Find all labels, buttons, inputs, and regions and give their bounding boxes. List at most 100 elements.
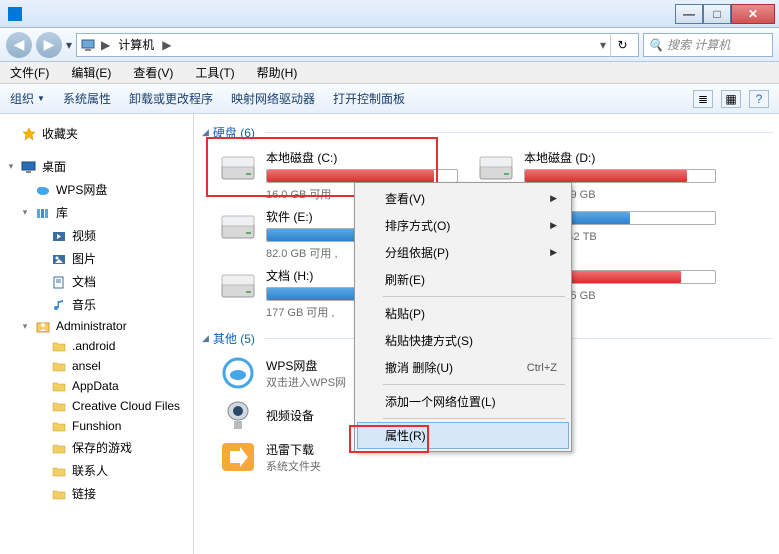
tree-twisty-icon: ▾ bbox=[20, 321, 30, 332]
tree-label: 保存的游戏 bbox=[72, 439, 132, 456]
tree-item[interactable]: 链接 bbox=[4, 482, 189, 505]
other-label: 视频设备 bbox=[266, 407, 314, 424]
tree-item[interactable]: WPS网盘 bbox=[4, 178, 189, 201]
tool-uninstall[interactable]: 卸载或更改程序 bbox=[129, 90, 213, 107]
context-menu-item[interactable]: 分组依据(P)▶ bbox=[357, 239, 569, 266]
other-subtext: 系统文件夹 bbox=[266, 458, 321, 474]
group-title: 硬盘 (6) bbox=[213, 124, 255, 141]
tree-label: 链接 bbox=[72, 485, 96, 502]
menu-view[interactable]: 查看(V) bbox=[129, 62, 177, 83]
group-title: 其他 (5) bbox=[213, 330, 255, 347]
drive-icon bbox=[218, 149, 258, 185]
window-app-icon bbox=[8, 7, 22, 21]
tree-item[interactable]: 联系人 bbox=[4, 459, 189, 482]
drive-label: 本地磁盘 (C:) bbox=[266, 149, 458, 166]
minimize-button[interactable]: — bbox=[675, 4, 703, 24]
tree-item[interactable]: ▾库 bbox=[4, 201, 189, 224]
sidebar-tree[interactable]: 收藏夹▾桌面WPS网盘▾库视频图片文档音乐▾Administrator.andr… bbox=[0, 114, 194, 554]
context-menu-item[interactable]: 添加一个网络位置(L) bbox=[357, 388, 569, 415]
context-shortcut: Ctrl+Z bbox=[527, 362, 557, 374]
context-menu-separator bbox=[383, 296, 565, 297]
tree-item[interactable]: .android bbox=[4, 336, 189, 356]
user-icon bbox=[35, 319, 51, 333]
submenu-arrow-icon: ▶ bbox=[550, 193, 557, 204]
tree-label: 桌面 bbox=[42, 158, 66, 175]
tree-label: 图片 bbox=[72, 250, 96, 267]
tree-item[interactable]: ▾桌面 bbox=[4, 155, 189, 178]
close-button[interactable]: ✕ bbox=[731, 4, 775, 24]
tree-item[interactable]: Funshion bbox=[4, 416, 189, 436]
group-twisty-icon: ◢ bbox=[202, 127, 209, 138]
address-dropdown[interactable]: ▾ bbox=[600, 38, 606, 52]
tree-item[interactable]: 文档 bbox=[4, 270, 189, 293]
submenu-arrow-icon: ▶ bbox=[550, 220, 557, 231]
tree-item[interactable]: Creative Cloud Files bbox=[4, 396, 189, 416]
tree-label: WPS网盘 bbox=[56, 181, 107, 198]
tree-item[interactable]: 图片 bbox=[4, 247, 189, 270]
tree-label: 音乐 bbox=[72, 296, 96, 313]
context-menu: 查看(V)▶排序方式(O)▶分组依据(P)▶刷新(E) 粘贴(P)粘贴快捷方式(S… bbox=[354, 182, 572, 452]
folder-icon bbox=[51, 399, 67, 413]
tree-item[interactable]: AppData bbox=[4, 376, 189, 396]
context-menu-item[interactable]: 撤消 删除(U) Ctrl+Z bbox=[357, 354, 569, 381]
group-header-drives[interactable]: ◢ 硬盘 (6) bbox=[202, 124, 773, 141]
drive-icon bbox=[218, 267, 258, 303]
context-menu-item[interactable]: 刷新(E) bbox=[357, 266, 569, 293]
body-split: 收藏夹▾桌面WPS网盘▾库视频图片文档音乐▾Administrator.andr… bbox=[0, 114, 779, 554]
context-menu-item[interactable]: 查看(V)▶ bbox=[357, 185, 569, 212]
context-label: 撤消 删除(U) bbox=[385, 359, 453, 376]
folder-icon bbox=[51, 339, 67, 353]
view-mode-button[interactable]: ≣ bbox=[693, 90, 713, 108]
tree-item[interactable]: 保存的游戏 bbox=[4, 436, 189, 459]
nav-history-dropdown[interactable]: ▾ bbox=[66, 38, 72, 52]
music-icon bbox=[51, 298, 67, 312]
tree-label: .android bbox=[72, 339, 115, 353]
tree-label: ansel bbox=[72, 359, 101, 373]
menu-file[interactable]: 文件(F) bbox=[6, 62, 53, 83]
tree-item[interactable]: 视频 bbox=[4, 224, 189, 247]
menu-edit[interactable]: 编辑(E) bbox=[67, 62, 115, 83]
tree-label: Funshion bbox=[72, 419, 121, 433]
tree-label: 文档 bbox=[72, 273, 96, 290]
refresh-button[interactable]: ↻ bbox=[610, 33, 634, 57]
context-menu-item[interactable]: 粘贴快捷方式(S) bbox=[357, 327, 569, 354]
context-menu-item[interactable]: 排序方式(O)▶ bbox=[357, 212, 569, 239]
search-placeholder: 搜索 计算机 bbox=[667, 36, 730, 53]
tool-control-panel[interactable]: 打开控制面板 bbox=[333, 90, 405, 107]
other-subtext: 双击进入WPS网 bbox=[266, 374, 346, 390]
lib-icon bbox=[35, 206, 51, 220]
tree-item[interactable]: 音乐 bbox=[4, 293, 189, 316]
folder-icon bbox=[51, 464, 67, 478]
xl-icon bbox=[218, 439, 258, 475]
search-input[interactable]: 🔍 搜索 计算机 bbox=[643, 33, 773, 57]
tree-label: Creative Cloud Files bbox=[72, 399, 180, 413]
tool-organize[interactable]: 组织▼ bbox=[10, 90, 45, 107]
tree-label: Administrator bbox=[56, 319, 127, 333]
context-menu-item[interactable]: 属性(R) bbox=[357, 422, 569, 449]
titlebar: — □ ✕ bbox=[0, 0, 779, 28]
breadcrumb-sep[interactable]: ▶ bbox=[162, 38, 171, 52]
tool-system-properties[interactable]: 系统属性 bbox=[63, 90, 111, 107]
tree-twisty-icon: ▾ bbox=[20, 207, 30, 218]
menu-tools[interactable]: 工具(T) bbox=[191, 62, 238, 83]
breadcrumb-sep[interactable]: ▶ bbox=[101, 38, 110, 52]
tree-item[interactable]: ansel bbox=[4, 356, 189, 376]
title-left bbox=[0, 7, 675, 21]
help-button[interactable]: ? bbox=[749, 90, 769, 108]
tool-map-drive[interactable]: 映射网络驱动器 bbox=[231, 90, 315, 107]
preview-pane-button[interactable]: ▦ bbox=[721, 90, 741, 108]
address-bar[interactable]: ▶ 计算机 ▶ ▾ ↻ bbox=[76, 33, 639, 57]
tree-item[interactable]: 收藏夹 bbox=[4, 122, 189, 145]
nav-back-button[interactable]: ◀ bbox=[6, 32, 32, 58]
cloud-icon bbox=[218, 355, 258, 391]
context-menu-item[interactable]: 粘贴(P) bbox=[357, 300, 569, 327]
breadcrumb[interactable]: 计算机 bbox=[114, 36, 158, 53]
menu-help[interactable]: 帮助(H) bbox=[253, 62, 302, 83]
submenu-arrow-icon: ▶ bbox=[550, 247, 557, 258]
content-pane[interactable]: ◢ 硬盘 (6) 本地磁盘 (C:)16.0 GB 可用本地磁盘 (D:)用 ,… bbox=[194, 114, 779, 554]
drive-icon bbox=[476, 149, 516, 185]
nav-forward-button[interactable]: ▶ bbox=[36, 32, 62, 58]
maximize-button[interactable]: □ bbox=[703, 4, 731, 24]
navbar: ◀ ▶ ▾ ▶ 计算机 ▶ ▾ ↻ 🔍 搜索 计算机 bbox=[0, 28, 779, 62]
tree-item[interactable]: ▾ Administrator bbox=[4, 316, 189, 336]
